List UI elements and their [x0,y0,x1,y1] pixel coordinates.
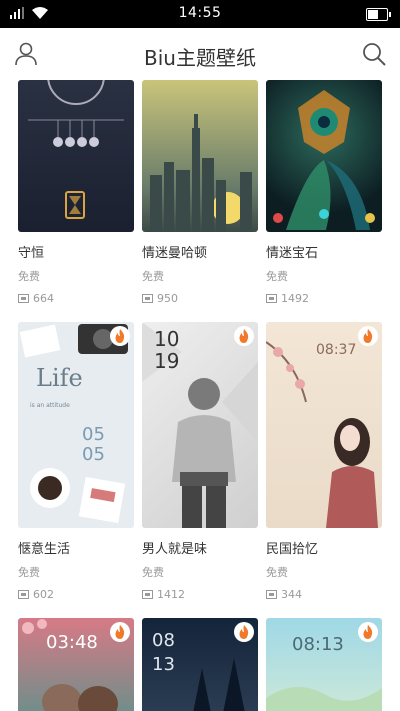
search-button[interactable] [360,40,388,68]
fire-badge [234,326,254,346]
theme-price: 免费 [266,270,288,283]
theme-thumbnail[interactable] [142,80,258,232]
fire-badge [358,326,378,346]
theme-price: 免费 [18,566,40,579]
page-title: Biu主题壁纸 [144,46,256,70]
theme-card[interactable]: 情迷曼哈顿 免费 950 [142,80,258,305]
thumb-row3b-minute: 13 [152,654,175,675]
theme-grid: 守恒 免费 664 情迷曼哈顿 免费 950 情迷宝石 免费 1492 Life… [0,80,400,711]
fire-badge [234,622,254,642]
status-time: 14:55 [178,5,222,21]
theme-thumbnail[interactable]: 08:37 [266,322,382,528]
thumb-minguo-time: 08:37 [316,342,357,358]
fire-badge [110,622,130,642]
battery-icon [366,8,391,21]
theme-name: 守恒 [18,246,45,261]
thumb-row3b-hour: 08 [152,630,175,651]
theme-thumbnail[interactable] [18,80,134,232]
theme-card[interactable]: 08:37 民国拾忆 免费 344 [266,322,382,601]
thumb-row3a-time: 03:48 [46,632,98,653]
theme-card[interactable]: 情迷宝石 免费 1492 [266,80,382,305]
theme-thumbnail[interactable] [266,80,382,232]
download-count: 602 [18,588,134,601]
fire-icon [363,625,373,639]
download-icon [266,590,277,599]
theme-name: 惬意生活 [18,542,71,557]
theme-card[interactable]: 10 19 男人就是味 免费 1412 [142,322,258,601]
thumb-man-minute: 19 [154,349,180,373]
thumb-life-sub: is an attitude [30,402,70,409]
app-bar: Biu主题壁纸 [0,28,400,80]
theme-card[interactable]: 03:48 [18,618,134,711]
download-icon [266,294,277,303]
download-icon [18,590,29,599]
theme-thumbnail[interactable]: 10 19 [142,322,258,528]
theme-price: 免费 [18,270,40,283]
fire-icon [115,329,125,343]
theme-price: 免费 [142,566,164,579]
theme-card[interactable]: Life is an attitude 05 05 惬意生活 免费 602 [18,322,134,601]
theme-card[interactable]: 08 13 [142,618,258,711]
download-count: 664 [18,292,134,305]
download-icon [18,294,29,303]
download-count: 1412 [142,588,258,601]
theme-name: 民国拾忆 [266,542,319,557]
thumb-life-hour: 05 [82,424,105,445]
theme-name: 情迷曼哈顿 [142,246,208,261]
thumb-man-hour: 10 [154,327,180,351]
theme-price: 免费 [142,270,164,283]
theme-name: 男人就是味 [142,542,208,557]
theme-thumbnail[interactable]: 08 13 [142,618,258,711]
theme-card[interactable]: 08:13 [266,618,382,711]
download-count: 950 [142,292,258,305]
theme-thumbnail[interactable]: 03:48 [18,618,134,711]
theme-thumbnail[interactable]: 08:13 [266,618,382,711]
download-count: 1492 [266,292,382,305]
fire-badge [110,326,130,346]
thumb-life-minute: 05 [82,444,105,465]
fire-icon [363,329,373,343]
theme-card[interactable]: 守恒 免费 664 [18,80,134,305]
theme-name: 情迷宝石 [266,246,319,261]
download-icon [142,590,153,599]
fire-badge [358,622,378,642]
fire-icon [239,625,249,639]
status-bar: 14:55 [0,0,400,28]
thumb-life-text: Life [36,364,83,392]
theme-price: 免费 [266,566,288,579]
download-count: 344 [266,588,382,601]
fire-icon [115,625,125,639]
thumb-row3c-time: 08:13 [292,634,344,655]
download-icon [142,294,153,303]
theme-thumbnail[interactable]: Life is an attitude 05 05 [18,322,134,528]
search-icon [363,43,386,66]
fire-icon [239,329,249,343]
